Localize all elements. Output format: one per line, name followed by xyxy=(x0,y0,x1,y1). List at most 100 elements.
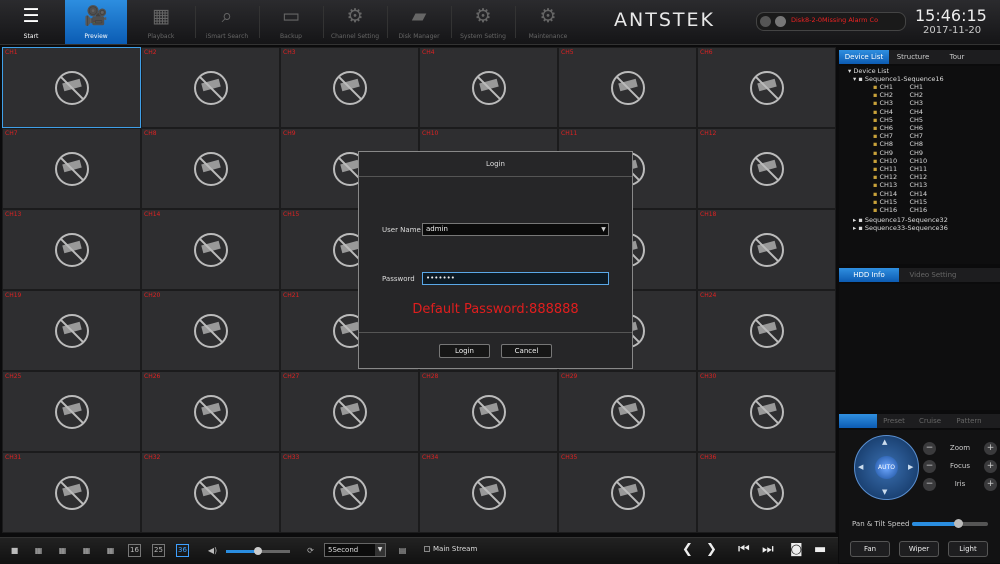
tab-pattern[interactable]: Pattern xyxy=(951,414,987,428)
arrow-right-icon[interactable]: ▶ xyxy=(908,463,913,471)
iris-minus-button[interactable]: − xyxy=(923,478,936,491)
channel-cell[interactable]: CH32 xyxy=(141,452,280,533)
layout-16-button[interactable]: 16 xyxy=(128,544,141,557)
tree-channel-item[interactable]: ▪ CH15 CH15 xyxy=(873,198,927,206)
tree-group[interactable]: ▸ ▪ Sequence33-Sequence36 xyxy=(853,224,948,232)
next-page-icon[interactable]: ❯ xyxy=(706,542,717,557)
layout-6-icon[interactable]: ▦ xyxy=(56,544,69,557)
ismart-search-button[interactable]: ⌕ iSmart Search xyxy=(196,0,258,44)
tree-channel-item[interactable]: ▪ CH7 CH7 xyxy=(873,132,923,140)
tree-channel-item[interactable]: ▪ CH12 CH12 xyxy=(873,173,927,181)
prev-page-icon[interactable]: ❮ xyxy=(682,542,693,557)
channel-cell[interactable]: CH24 xyxy=(697,290,836,371)
tab-cruise[interactable]: Cruise xyxy=(913,414,947,428)
tab-hdd-info[interactable]: HDD Info xyxy=(839,268,899,282)
tree-channel-item[interactable]: ▪ CH2 CH2 xyxy=(873,91,923,99)
tab-structure[interactable]: Structure xyxy=(891,50,935,64)
tab-video-setting[interactable]: Video Setting xyxy=(901,268,965,282)
light-button[interactable]: Light xyxy=(948,541,988,557)
channel-cell[interactable]: CH30 xyxy=(697,371,836,452)
channel-cell[interactable]: CH4 xyxy=(419,47,558,128)
tab-device-list[interactable]: Device List xyxy=(839,50,889,64)
wiper-button[interactable]: Wiper xyxy=(899,541,939,557)
tree-channel-item[interactable]: ▪ CH4 CH4 xyxy=(873,108,923,116)
tree-channel-item[interactable]: ▪ CH8 CH8 xyxy=(873,140,923,148)
channel-cell[interactable]: CH26 xyxy=(141,371,280,452)
channel-cell[interactable]: CH7 xyxy=(2,128,141,209)
focus-plus-button[interactable]: + xyxy=(984,460,997,473)
main-stream-checkbox[interactable] xyxy=(424,546,430,552)
system-setting-button[interactable]: ⚙ System Setting xyxy=(452,0,514,44)
volume-slider[interactable] xyxy=(226,547,290,555)
channel-cell[interactable]: CH18 xyxy=(697,209,836,290)
speed-slider[interactable] xyxy=(912,519,988,528)
layout-8-icon[interactable]: ▦ xyxy=(80,544,93,557)
channel-cell[interactable]: CH27 xyxy=(280,371,419,452)
zoom-in-button[interactable]: + xyxy=(984,442,997,455)
backup-button[interactable]: ▭ Backup xyxy=(260,0,322,44)
tree-channel-item[interactable]: ▪ CH6 CH6 xyxy=(873,124,923,132)
auto-button[interactable]: AUTO xyxy=(875,456,898,479)
iris-plus-button[interactable]: + xyxy=(984,478,997,491)
login-button[interactable]: Login xyxy=(439,344,490,358)
stream-icon[interactable]: ▤ xyxy=(396,544,409,557)
tree-channel-item[interactable]: ▪ CH13 CH13 xyxy=(873,181,927,189)
fan-button[interactable]: Fan xyxy=(850,541,890,557)
disk-manager-button[interactable]: ▰ Disk Manager xyxy=(388,0,450,44)
alarm-ticker[interactable]: Disk8-2-0Missing Alarm Co xyxy=(756,12,906,31)
skip-forward-icon[interactable]: ⏭ xyxy=(762,542,774,557)
maintenance-button[interactable]: ⚙ Maintenance xyxy=(516,0,580,44)
channel-cell[interactable]: CH36 xyxy=(697,452,836,533)
skip-back-icon[interactable]: ⏮ xyxy=(738,542,750,557)
volume-icon[interactable]: ◀) xyxy=(206,544,219,557)
layout-25-button[interactable]: 25 xyxy=(152,544,165,557)
record-icon[interactable]: ▬ xyxy=(814,542,826,557)
tab-preset[interactable]: Preset xyxy=(879,414,909,428)
channel-cell[interactable]: CH13 xyxy=(2,209,141,290)
tree-channel-item[interactable]: ▪ CH9 CH9 xyxy=(873,149,923,157)
channel-cell[interactable]: CH3 xyxy=(280,47,419,128)
channel-cell[interactable]: CH1 xyxy=(2,47,141,128)
cancel-button[interactable]: Cancel xyxy=(501,344,552,358)
password-field[interactable]: ••••••• xyxy=(422,272,609,285)
chevron-down-icon[interactable]: ▼ xyxy=(599,224,608,235)
tree-channel-item[interactable]: ▪ CH10 CH10 xyxy=(873,157,927,165)
channel-cell[interactable]: CH34 xyxy=(419,452,558,533)
tree-group[interactable]: ▾ ▪ Sequence1-Sequence16 xyxy=(853,75,944,83)
tree-group[interactable]: ▸ ▪ Sequence17-Sequence32 xyxy=(853,216,948,224)
arrow-down-icon[interactable]: ▼ xyxy=(882,488,887,496)
focus-minus-button[interactable]: − xyxy=(923,460,936,473)
tree-channel-item[interactable]: ▪ CH5 CH5 xyxy=(873,116,923,124)
speed-slider-knob[interactable] xyxy=(953,519,963,528)
tree-channel-item[interactable]: ▪ CH3 CH3 xyxy=(873,99,923,107)
volume-slider-knob[interactable] xyxy=(254,547,262,555)
tree-channel-item[interactable]: ▪ CH1 CH1 xyxy=(873,83,923,91)
arrow-up-icon[interactable]: ▲ xyxy=(882,438,887,446)
arrow-left-icon[interactable]: ◀ xyxy=(858,463,863,471)
channel-cell[interactable]: CH28 xyxy=(419,371,558,452)
tab-ptz[interactable] xyxy=(839,414,877,428)
ptz-joystick[interactable]: ▲ ▼ ◀ ▶ AUTO xyxy=(854,435,919,500)
snapshot-icon[interactable]: ◙ xyxy=(790,542,803,557)
user-name-select[interactable]: admin ▼ xyxy=(422,223,609,236)
start-button[interactable]: ☰ Start xyxy=(0,0,62,44)
channel-cell[interactable]: CH5 xyxy=(558,47,697,128)
channel-cell[interactable]: CH20 xyxy=(141,290,280,371)
channel-cell[interactable]: CH33 xyxy=(280,452,419,533)
channel-setting-button[interactable]: ⚙ Channel Setting xyxy=(324,0,386,44)
playback-button[interactable]: ▦ Playback xyxy=(130,0,192,44)
alarm-play-icon[interactable] xyxy=(775,16,786,27)
tree-channel-item[interactable]: ▪ CH16 CH16 xyxy=(873,206,927,214)
tree-root[interactable]: ▾ Device List xyxy=(848,67,889,75)
tab-tour[interactable]: Tour xyxy=(939,50,975,64)
preview-button[interactable]: 🎥 Preview xyxy=(65,0,127,44)
tree-channel-item[interactable]: ▪ CH11 CH11 xyxy=(873,165,927,173)
channel-cell[interactable]: CH6 xyxy=(697,47,836,128)
channel-cell[interactable]: CH12 xyxy=(697,128,836,209)
channel-cell[interactable]: CH31 xyxy=(2,452,141,533)
channel-cell[interactable]: CH8 xyxy=(141,128,280,209)
channel-cell[interactable]: CH19 xyxy=(2,290,141,371)
tree-channel-item[interactable]: ▪ CH14 CH14 xyxy=(873,190,927,198)
layout-9-icon[interactable]: ▦ xyxy=(104,544,117,557)
channel-cell[interactable]: CH35 xyxy=(558,452,697,533)
